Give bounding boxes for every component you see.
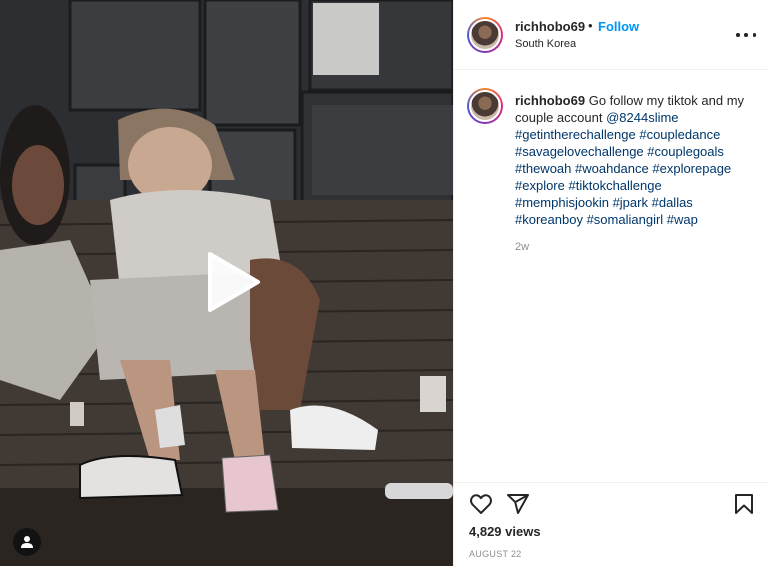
play-icon [208, 252, 260, 312]
mention-link[interactable]: @8244slime [606, 110, 678, 125]
avatar[interactable] [467, 17, 503, 53]
hashtag-link[interactable]: #couplegoals [647, 144, 724, 159]
post-date: AUGUST 22 [469, 549, 522, 559]
hashtag-link[interactable]: #tiktokchallenge [569, 178, 662, 193]
post-video[interactable] [0, 0, 453, 566]
caption-timestamp[interactable]: 2w [515, 241, 529, 253]
user-tag-icon [21, 536, 33, 548]
hashtag-link[interactable]: #memphisjookin [515, 195, 609, 210]
heart-icon[interactable] [469, 492, 493, 516]
hashtag-link[interactable]: #explore [515, 178, 565, 193]
post-details-panel: richhobo69 • Follow South Korea richhobo… [453, 0, 768, 566]
more-options-icon[interactable] [736, 26, 756, 44]
hashtag-link[interactable]: #woahdance [575, 161, 649, 176]
hashtag-link[interactable]: #explorepage [652, 161, 731, 176]
hashtag-link[interactable]: #koreanboy [515, 212, 583, 227]
hashtag-link[interactable]: #jpark [613, 195, 648, 210]
hashtag-link[interactable]: #thewoah [515, 161, 571, 176]
hashtag-link[interactable]: #getintherechallenge [515, 127, 636, 142]
caption: richhobo69 Go follow my tiktok and my co… [515, 92, 755, 228]
hashtag-link[interactable]: #dallas [652, 195, 693, 210]
separator-dot: • [588, 18, 593, 33]
view-count[interactable]: 4,829 views [469, 524, 541, 539]
location-link[interactable]: South Korea [515, 38, 576, 50]
username-link[interactable]: richhobo69 [515, 19, 585, 34]
follow-button[interactable]: Follow [598, 19, 639, 34]
hashtag-link[interactable]: #coupledance [639, 127, 720, 142]
post-actions: 4,829 views AUGUST 22 [454, 482, 768, 566]
post-header: richhobo69 • Follow South Korea [454, 0, 768, 70]
play-button[interactable] [200, 250, 264, 314]
share-icon[interactable] [506, 492, 530, 516]
hashtag-link[interactable]: #wap [667, 212, 698, 227]
hashtag-link[interactable]: #somaliangirl [587, 212, 664, 227]
bookmark-icon[interactable] [732, 492, 756, 516]
caption-avatar[interactable] [467, 88, 503, 124]
user-tag-button[interactable] [13, 528, 41, 556]
hashtag-link[interactable]: #savagelovechallenge [515, 144, 644, 159]
caption-username[interactable]: richhobo69 [515, 93, 585, 108]
